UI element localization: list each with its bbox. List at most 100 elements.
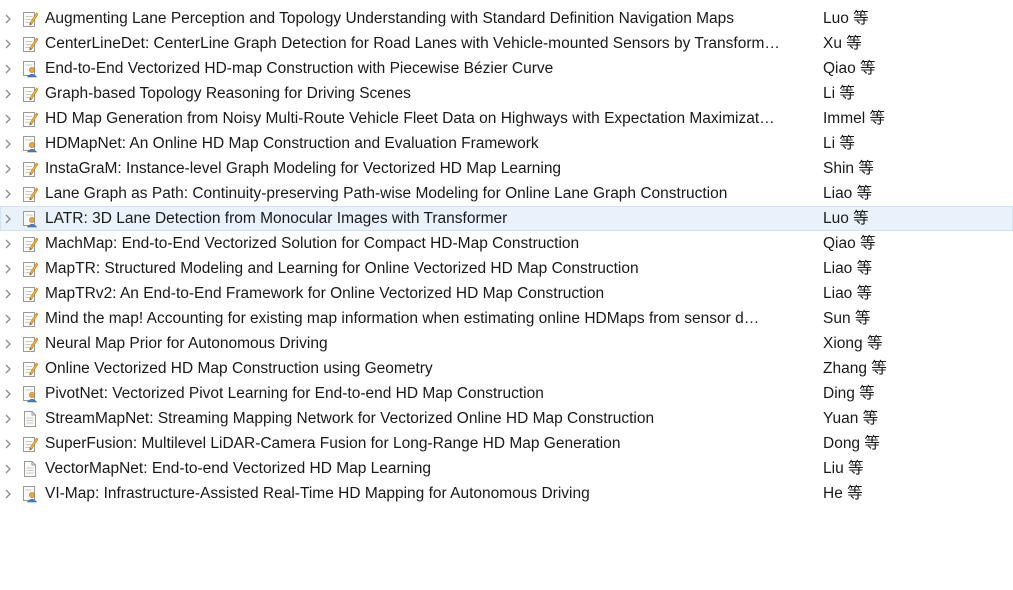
list-item[interactable]: Online Vectorized HD Map Construction us…: [0, 356, 1013, 381]
item-author: Liu 等: [823, 460, 864, 477]
item-author: Dong 等: [823, 435, 880, 452]
note-icon: [22, 285, 39, 303]
list-item[interactable]: Augmenting Lane Perception and Topology …: [0, 6, 1013, 31]
chevron-right-icon[interactable]: [4, 289, 12, 299]
chevron-right-icon[interactable]: [4, 14, 12, 24]
note-icon: [22, 35, 39, 53]
item-list: Augmenting Lane Perception and Topology …: [0, 6, 1013, 506]
item-author: Luo 等: [823, 10, 869, 27]
item-title: VI-Map: Infrastructure-Assisted Real-Tim…: [45, 485, 590, 502]
chevron-right-icon[interactable]: [4, 39, 12, 49]
item-title: HD Map Generation from Noisy Multi-Route…: [45, 110, 775, 127]
list-item[interactable]: StreamMapNet: Streaming Mapping Network …: [0, 406, 1013, 431]
list-item[interactable]: MapTRv2: An End-to-End Framework for Onl…: [0, 281, 1013, 306]
chevron-right-icon[interactable]: [4, 64, 12, 74]
item-title: CenterLineDet: CenterLine Graph Detectio…: [45, 35, 780, 52]
item-author: Sun 等: [823, 310, 871, 327]
chevron-right-icon[interactable]: [4, 139, 12, 149]
chevron-right-icon[interactable]: [4, 314, 12, 324]
list-item[interactable]: HDMapNet: An Online HD Map Construction …: [0, 131, 1013, 156]
item-title: InstaGraM: Instance-level Graph Modeling…: [45, 160, 562, 177]
chevron-right-icon[interactable]: [4, 414, 12, 424]
user-doc-icon: [22, 385, 38, 403]
user-doc-icon: [22, 210, 38, 228]
note-icon: [22, 235, 39, 253]
item-author: Xu 等: [823, 35, 862, 52]
list-item[interactable]: End-to-End Vectorized HD-map Constructio…: [0, 56, 1013, 81]
item-title: Mind the map! Accounting for existing ma…: [45, 310, 760, 327]
item-title: MapTR: Structured Modeling and Learning …: [45, 260, 639, 277]
item-title: Graph-based Topology Reasoning for Drivi…: [45, 85, 411, 102]
item-author: Immel 等: [823, 110, 886, 127]
item-title: MachMap: End-to-End Vectorized Solution …: [45, 235, 580, 252]
list-item[interactable]: MachMap: End-to-End Vectorized Solution …: [0, 231, 1013, 256]
list-item[interactable]: VI-Map: Infrastructure-Assisted Real-Tim…: [0, 481, 1013, 506]
list-item[interactable]: Mind the map! Accounting for existing ma…: [0, 306, 1013, 331]
list-item[interactable]: SuperFusion: Multilevel LiDAR-Camera Fus…: [0, 431, 1013, 456]
item-title: SuperFusion: Multilevel LiDAR-Camera Fus…: [45, 435, 621, 452]
chevron-right-icon[interactable]: [4, 489, 12, 499]
item-author: Shin 等: [823, 160, 874, 177]
list-item[interactable]: Lane Graph as Path: Continuity-preservin…: [0, 181, 1013, 206]
chevron-right-icon[interactable]: [4, 364, 12, 374]
list-item[interactable]: Neural Map Prior for Autonomous Driving …: [0, 331, 1013, 356]
document-icon: [22, 410, 38, 428]
chevron-right-icon[interactable]: [4, 189, 12, 199]
chevron-right-icon[interactable]: [4, 214, 12, 224]
chevron-right-icon[interactable]: [4, 89, 12, 99]
note-icon: [22, 260, 39, 278]
item-title: End-to-End Vectorized HD-map Constructio…: [45, 60, 554, 77]
item-author: Zhang 等: [823, 360, 887, 377]
user-doc-icon: [22, 135, 38, 153]
note-icon: [22, 110, 39, 128]
list-item[interactable]: VectorMapNet: End-to-end Vectorized HD M…: [0, 456, 1013, 481]
item-author: Li 等: [823, 135, 855, 152]
note-icon: [22, 310, 39, 328]
note-icon: [22, 435, 39, 453]
item-author: Li 等: [823, 85, 855, 102]
list-item[interactable]: CenterLineDet: CenterLine Graph Detectio…: [0, 31, 1013, 56]
chevron-right-icon[interactable]: [4, 439, 12, 449]
item-author: Qiao 等: [823, 60, 876, 77]
item-title: Online Vectorized HD Map Construction us…: [45, 360, 433, 377]
chevron-right-icon[interactable]: [4, 114, 12, 124]
item-title: Augmenting Lane Perception and Topology …: [45, 10, 735, 27]
list-item[interactable]: MapTR: Structured Modeling and Learning …: [0, 256, 1013, 281]
item-title: Lane Graph as Path: Continuity-preservin…: [45, 185, 728, 202]
note-icon: [22, 360, 39, 378]
item-title: VectorMapNet: End-to-end Vectorized HD M…: [45, 460, 431, 477]
item-title: PivotNet: Vectorized Pivot Learning for …: [45, 385, 544, 402]
item-title: Neural Map Prior for Autonomous Driving: [45, 335, 328, 352]
note-icon: [22, 185, 39, 203]
list-item[interactable]: PivotNet: Vectorized Pivot Learning for …: [0, 381, 1013, 406]
chevron-right-icon[interactable]: [4, 389, 12, 399]
item-author: Liao 等: [823, 285, 873, 302]
list-item[interactable]: Graph-based Topology Reasoning for Drivi…: [0, 81, 1013, 106]
note-icon: [22, 335, 39, 353]
item-author: Liao 等: [823, 260, 873, 277]
note-icon: [22, 10, 39, 28]
user-doc-icon: [22, 60, 38, 78]
item-title: MapTRv2: An End-to-End Framework for Onl…: [45, 285, 605, 302]
item-author: Ding 等: [823, 385, 875, 402]
chevron-right-icon[interactable]: [4, 464, 12, 474]
chevron-right-icon[interactable]: [4, 264, 12, 274]
item-author: Xiong 等: [823, 335, 883, 352]
item-author: Yuan 等: [823, 410, 879, 427]
note-icon: [22, 160, 39, 178]
item-title: LATR: 3D Lane Detection from Monocular I…: [45, 210, 508, 227]
document-icon: [22, 460, 38, 478]
item-author: He 等: [823, 485, 863, 502]
note-icon: [22, 85, 39, 103]
item-title: HDMapNet: An Online HD Map Construction …: [45, 135, 539, 152]
item-title: StreamMapNet: Streaming Mapping Network …: [45, 410, 655, 427]
item-author: Liao 等: [823, 185, 873, 202]
item-author: Luo 等: [823, 210, 869, 227]
list-item[interactable]: HD Map Generation from Noisy Multi-Route…: [0, 106, 1013, 131]
chevron-right-icon[interactable]: [4, 339, 12, 349]
item-author: Qiao 等: [823, 235, 876, 252]
chevron-right-icon[interactable]: [4, 164, 12, 174]
chevron-right-icon[interactable]: [4, 239, 12, 249]
list-item[interactable]: LATR: 3D Lane Detection from Monocular I…: [0, 206, 1013, 231]
list-item[interactable]: InstaGraM: Instance-level Graph Modeling…: [0, 156, 1013, 181]
